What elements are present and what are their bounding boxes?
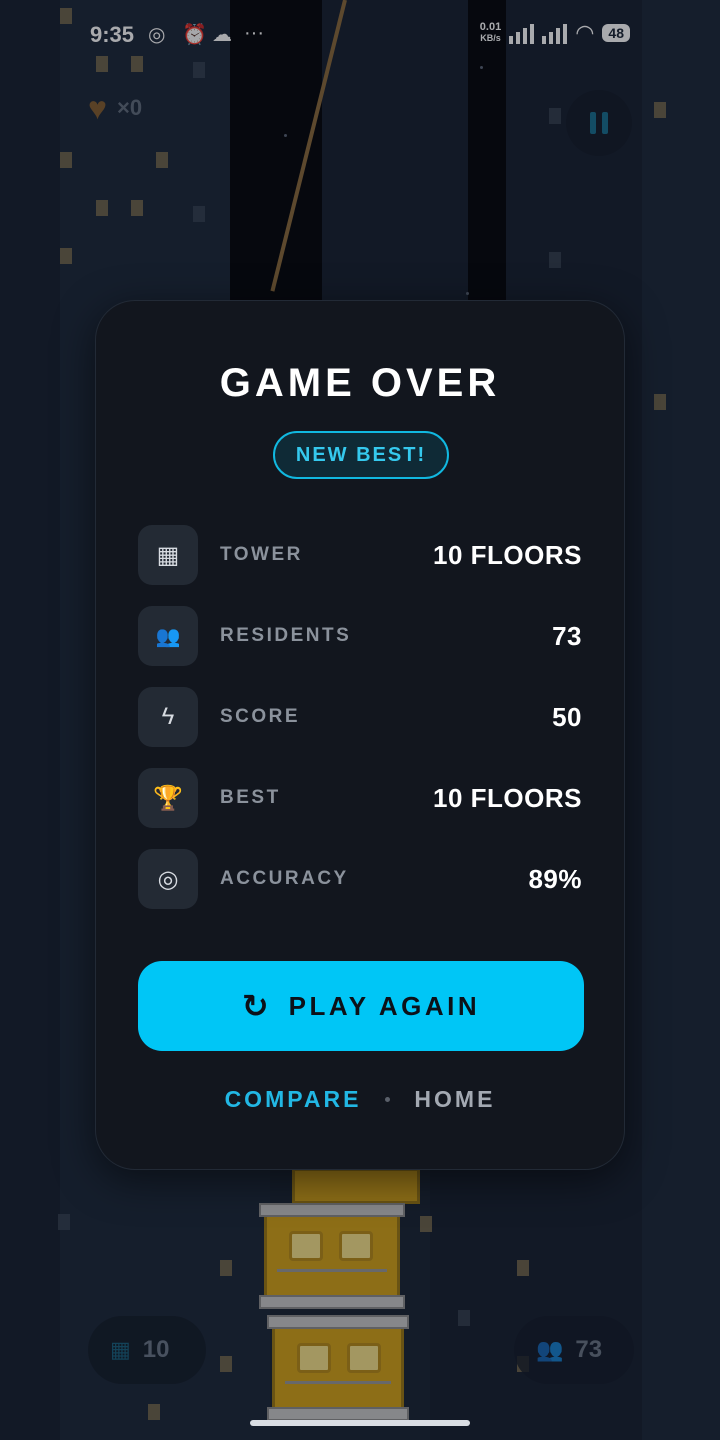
modal-links: COMPARE HOME xyxy=(96,1086,624,1113)
stat-label: TOWER xyxy=(220,544,303,565)
game-over-modal: GAME OVER NEW BEST! ▦ TOWER 10 FLOORS 👥 … xyxy=(95,300,625,1170)
stat-row-best: 🏆 BEST 10 FLOORS xyxy=(138,768,582,828)
new-best-badge: NEW BEST! xyxy=(273,431,449,479)
people-icon: 👥 xyxy=(138,606,198,666)
stat-row-residents: 👥 RESIDENTS 73 xyxy=(138,606,582,666)
stat-value: 10 FLOORS xyxy=(433,782,582,813)
home-indicator[interactable] xyxy=(250,1420,470,1426)
stat-value: 89% xyxy=(528,863,582,894)
stat-row-accuracy: ◎ ACCURACY 89% xyxy=(138,849,582,909)
trophy-icon: 🏆 xyxy=(138,768,198,828)
lightning-icon: ϟ xyxy=(138,687,198,747)
stat-label: ACCURACY xyxy=(220,868,349,889)
stat-value: 50 xyxy=(552,701,582,732)
compare-link[interactable]: COMPARE xyxy=(225,1086,362,1113)
home-link[interactable]: HOME xyxy=(414,1086,495,1113)
restart-icon: ↻ xyxy=(241,988,269,1024)
modal-title: GAME OVER xyxy=(219,361,501,405)
stat-value: 73 xyxy=(552,620,582,651)
stat-value: 10 FLOORS xyxy=(433,539,582,570)
play-again-label: PLAY AGAIN xyxy=(288,990,481,1021)
target-icon: ◎ xyxy=(138,849,198,909)
play-again-button[interactable]: ↻ PLAY AGAIN xyxy=(138,961,584,1051)
stat-label: SCORE xyxy=(220,706,301,727)
stat-row-score: ϟ SCORE 50 xyxy=(138,687,582,747)
building-icon: ▦ xyxy=(138,525,198,585)
stat-label: BEST xyxy=(220,787,281,808)
stat-row-tower: ▦ TOWER 10 FLOORS xyxy=(138,525,582,585)
separator-dot xyxy=(385,1097,391,1102)
stat-label: RESIDENTS xyxy=(220,625,352,646)
